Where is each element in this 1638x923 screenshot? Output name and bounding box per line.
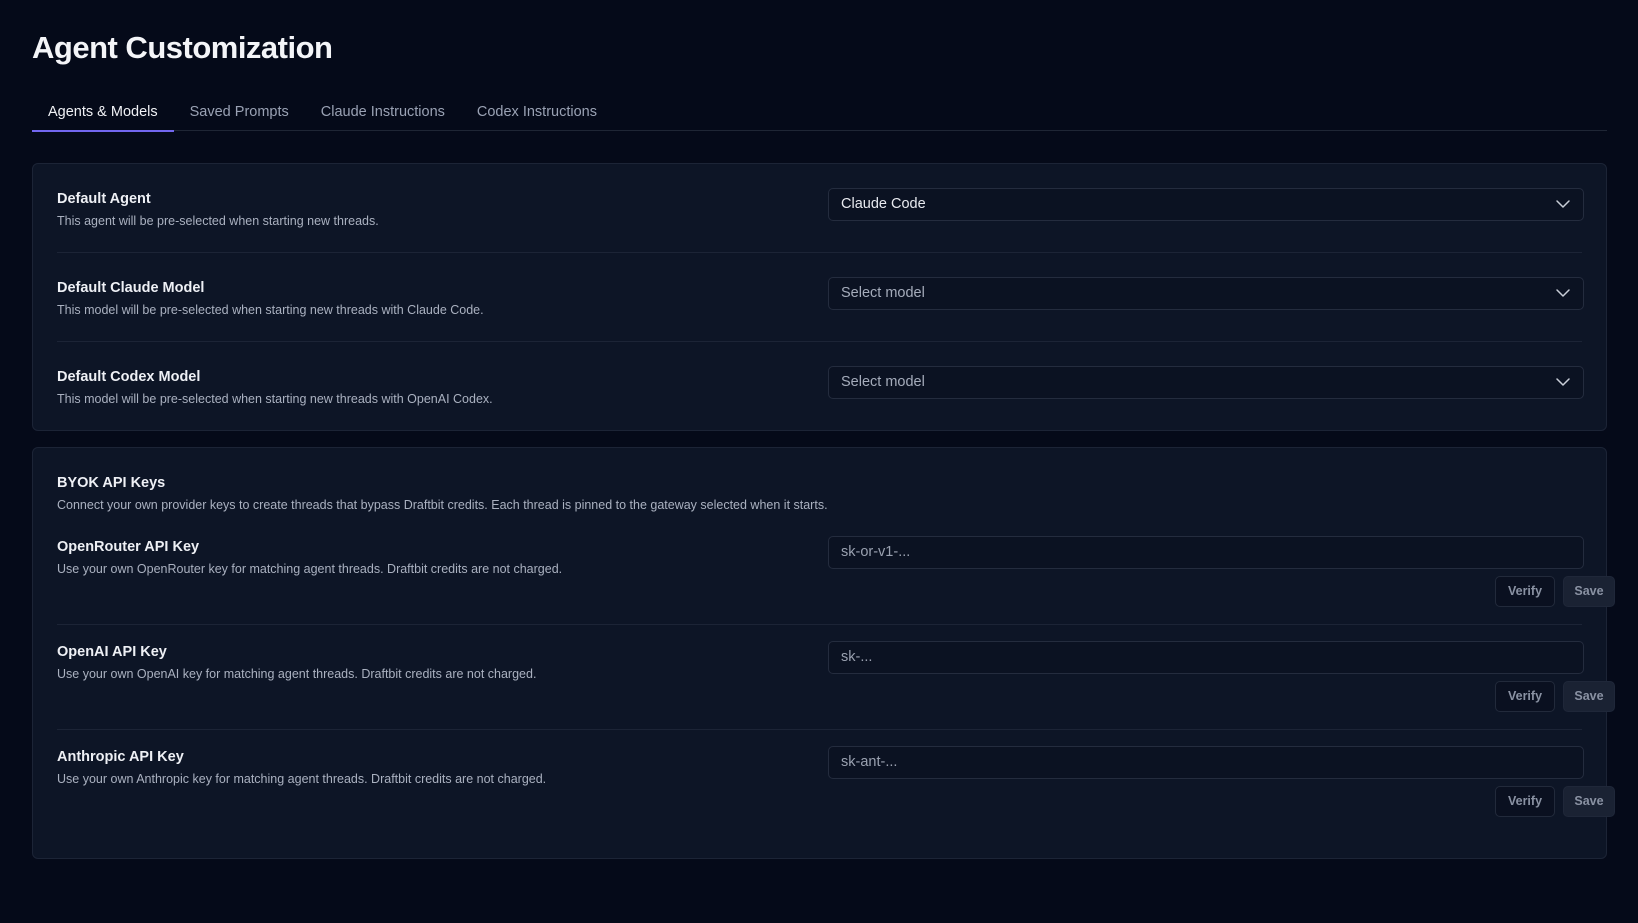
openrouter-verify-button[interactable]: Verify [1495,576,1555,607]
anthropic-key-field[interactable] [828,746,1584,779]
openai-verify-button[interactable]: Verify [1495,681,1555,712]
default-agent-value: Claude Code [841,196,926,212]
openai-key-description: Use your own OpenAI key for matching age… [57,667,537,681]
byok-header: BYOK API Keys Connect your own provider … [57,472,1582,512]
chevron-down-icon [1556,200,1570,208]
openrouter-key-field[interactable] [828,536,1584,569]
tab-agents-models[interactable]: Agents & Models [32,94,174,132]
openrouter-key-label: OpenRouter API Key [57,539,200,555]
anthropic-key-label: Anthropic API Key [57,749,184,765]
chevron-down-icon [1556,289,1570,297]
chevron-down-icon [1556,378,1570,386]
agents-models-card: Default Agent This agent will be pre-sel… [32,163,1607,431]
tab-claude-instructions[interactable]: Claude Instructions [305,94,461,131]
openai-key-input[interactable] [841,642,1571,672]
default-agent-description: This agent will be pre-selected when sta… [57,214,379,228]
tab-bar: Agents & Models Saved Prompts Claude Ins… [32,94,1607,132]
default-codex-model-value: Select model [841,374,925,390]
byok-description: Connect your own provider keys to create… [57,498,828,512]
page-title: Agent Customization [32,30,333,65]
tab-codex-instructions[interactable]: Codex Instructions [461,94,613,131]
page: Agent Customization Agents & Models Save… [0,0,1638,923]
openai-key-field[interactable] [828,641,1584,674]
default-codex-model-select[interactable]: Select model [828,366,1584,399]
byok-card: BYOK API Keys Connect your own provider … [32,447,1615,859]
anthropic-key-description: Use your own Anthropic key for matching … [57,772,547,786]
divider [57,729,1582,730]
default-agent-select[interactable]: Claude Code [828,188,1584,221]
anthropic-key-input[interactable] [841,747,1571,777]
anthropic-save-button[interactable]: Save [1563,786,1615,817]
openrouter-key-input[interactable] [841,537,1571,567]
default-codex-model-description: This model will be pre-selected when sta… [57,392,493,406]
tab-saved-prompts[interactable]: Saved Prompts [174,94,305,131]
default-claude-model-value: Select model [841,285,925,301]
divider [57,252,1582,253]
anthropic-verify-button[interactable]: Verify [1495,786,1555,817]
default-claude-model-description: This model will be pre-selected when sta… [57,303,484,317]
openai-save-button[interactable]: Save [1563,681,1615,712]
default-claude-model-label: Default Claude Model [57,280,205,296]
openrouter-save-button[interactable]: Save [1563,576,1615,607]
default-agent-label: Default Agent [57,191,151,207]
divider [57,341,1582,342]
byok-title: BYOK API Keys [57,475,166,491]
openai-key-label: OpenAI API Key [57,644,167,660]
default-claude-model-select[interactable]: Select model [828,277,1584,310]
openrouter-key-description: Use your own OpenRouter key for matching… [57,562,563,576]
default-codex-model-label: Default Codex Model [57,369,201,385]
divider [57,624,1582,625]
